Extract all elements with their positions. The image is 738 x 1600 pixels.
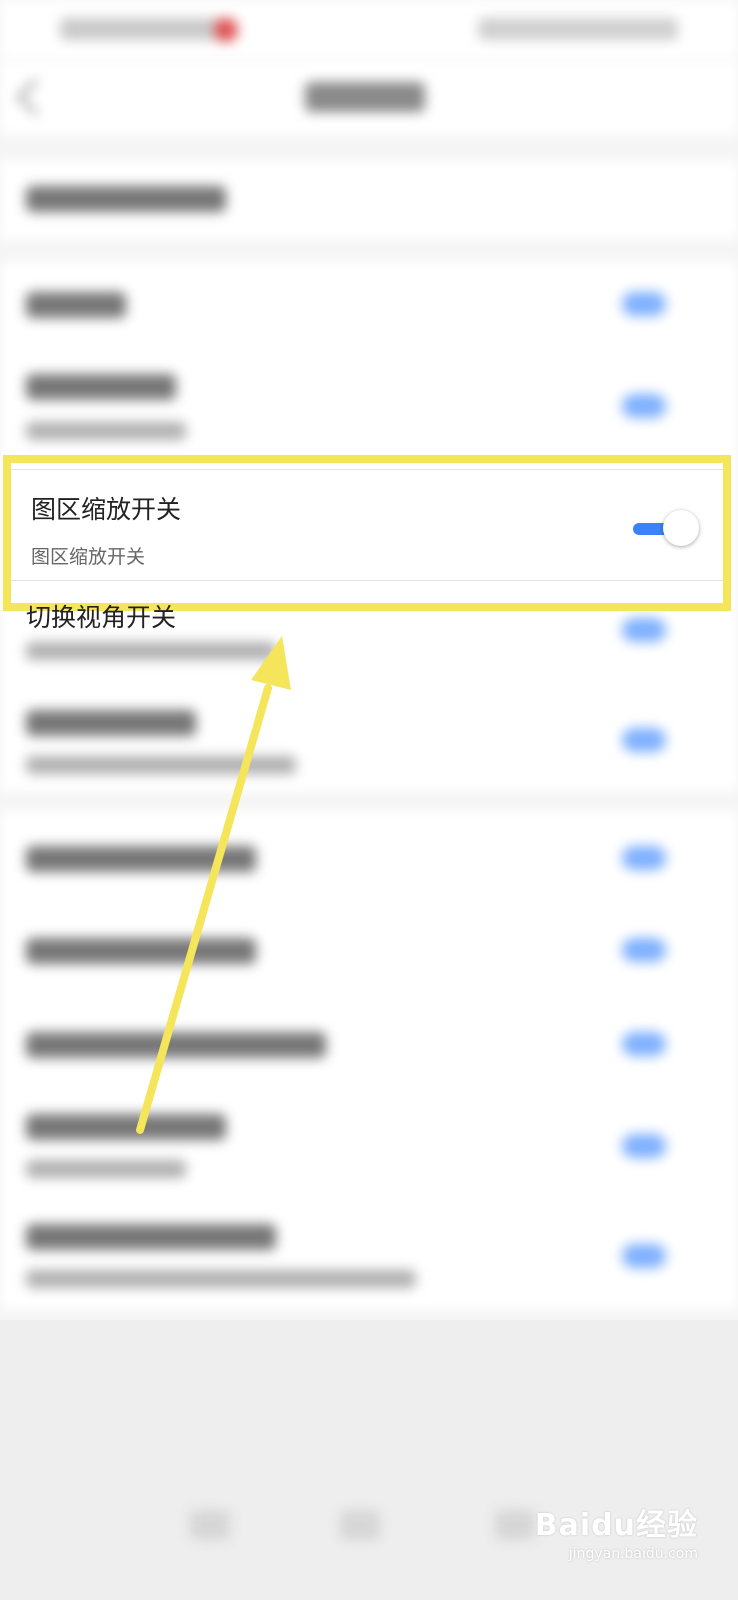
setting-label: [26, 846, 256, 872]
toggle-switch[interactable]: [622, 394, 666, 418]
setting-description: [26, 1160, 186, 1178]
toggle-switch[interactable]: [622, 618, 666, 642]
toggle-switch[interactable]: [622, 728, 666, 752]
toggle-switch[interactable]: [622, 1032, 666, 1056]
setting-label: [26, 186, 226, 212]
toggle-switch[interactable]: [622, 292, 666, 316]
watermark-url: jingyan.baidu.com: [568, 1546, 698, 1562]
nav-menu-icon[interactable]: [190, 1510, 230, 1540]
settings-section-1: [0, 160, 738, 240]
toggle-switch[interactable]: [622, 938, 666, 962]
setting-label: [26, 292, 126, 318]
setting-description: [26, 642, 276, 660]
highlight-frame: 图区缩放开关 图区缩放开关: [3, 455, 731, 611]
status-bar: [0, 0, 738, 60]
setting-label: [26, 938, 256, 964]
setting-label: [26, 710, 196, 736]
zoom-toggle-switch[interactable]: [631, 508, 701, 548]
toggle-switch[interactable]: [622, 1134, 666, 1158]
setting-description: [26, 1270, 416, 1288]
setting-label: [26, 374, 176, 400]
setting-title: 图区缩放开关: [31, 495, 182, 524]
setting-label: [26, 1032, 326, 1058]
settings-section-3: [0, 810, 738, 1310]
watermark-brand: Baidu经验: [534, 1508, 698, 1543]
status-left-icons: [60, 18, 230, 40]
back-arrow-icon[interactable]: [16, 78, 54, 116]
toggle-knob: [663, 510, 699, 546]
toggle-switch[interactable]: [622, 1244, 666, 1268]
setting-subtitle: 图区缩放开关: [31, 546, 146, 568]
page-title: [305, 82, 425, 112]
notification-dot: [214, 18, 238, 42]
nav-back-icon[interactable]: [495, 1510, 535, 1540]
setting-description: [26, 422, 186, 440]
setting-description: [26, 756, 296, 774]
setting-title-view-switch[interactable]: 切换视角开关: [26, 598, 176, 634]
setting-label: [26, 1224, 276, 1250]
status-right-icons: [478, 18, 678, 40]
toggle-switch[interactable]: [622, 846, 666, 870]
top-nav-bar: [0, 60, 738, 135]
nav-home-icon[interactable]: [340, 1510, 380, 1540]
setting-label: [26, 1114, 226, 1140]
setting-row-zoom[interactable]: 图区缩放开关 图区缩放开关: [11, 469, 723, 581]
